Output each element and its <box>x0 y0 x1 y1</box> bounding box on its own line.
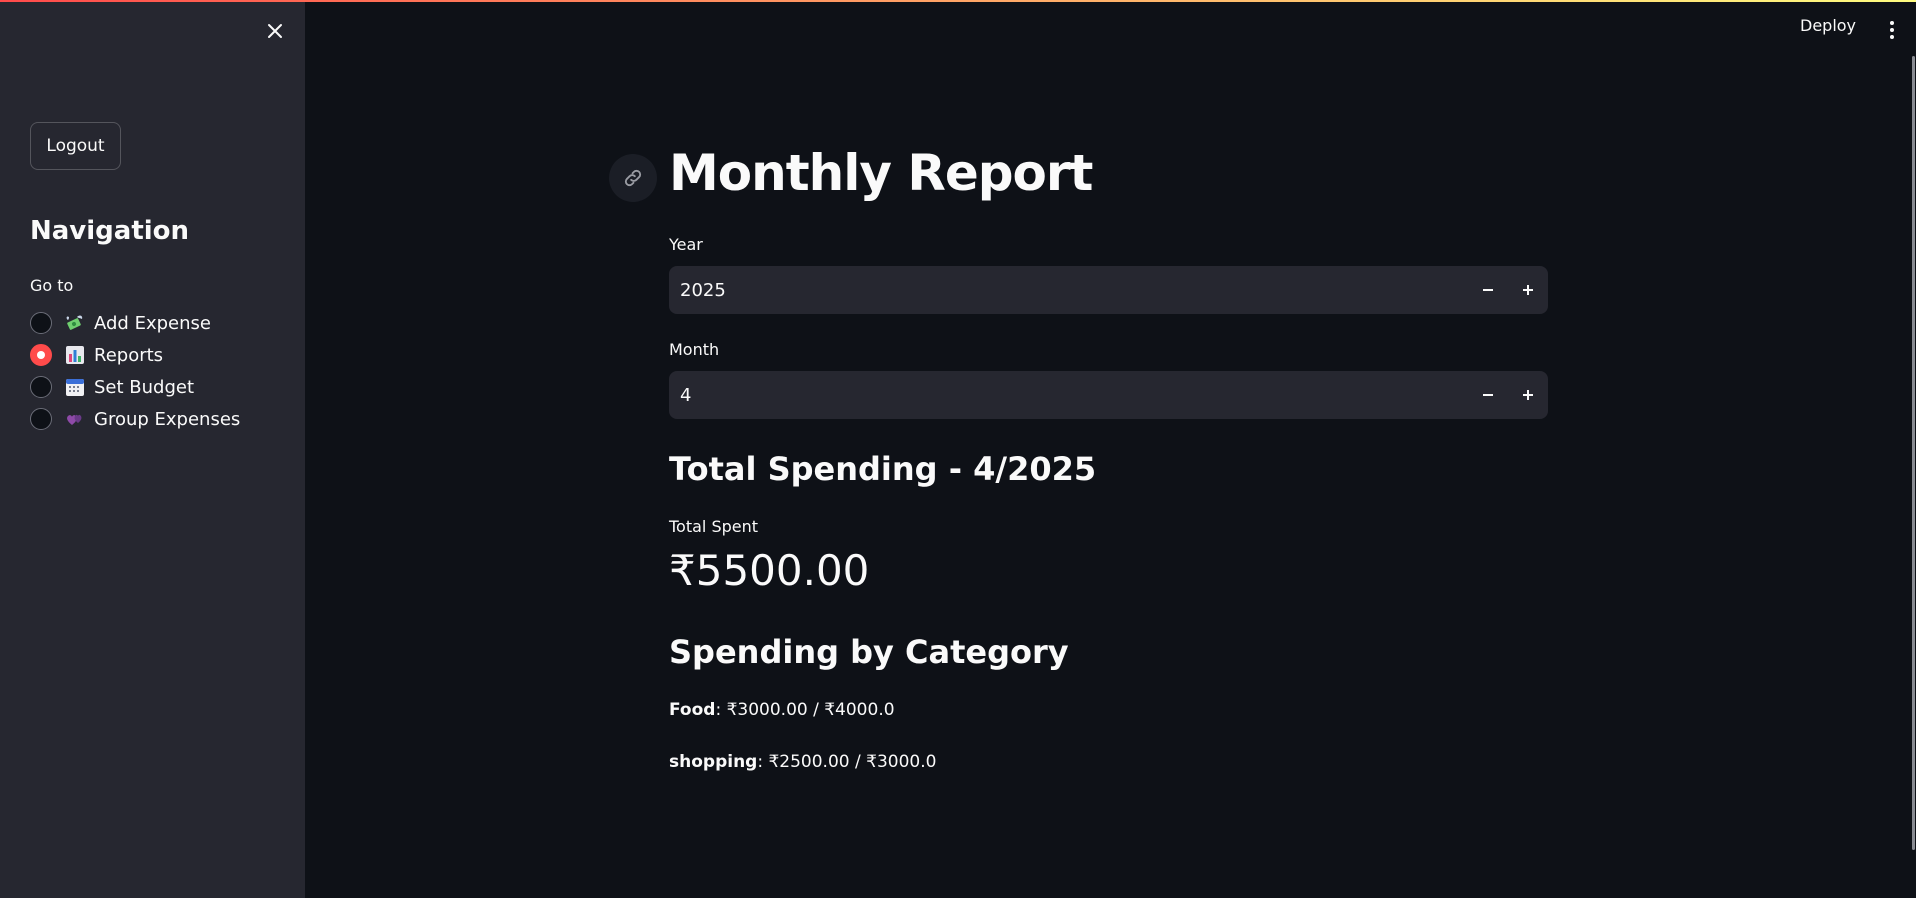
nav-item-label: Reports <box>94 344 164 366</box>
nav-item-label: Set Budget <box>94 376 195 398</box>
close-sidebar-button[interactable] <box>262 18 288 44</box>
category-name: Food <box>669 700 716 720</box>
total-spending-heading: Total Spending - 4/2025 <box>669 450 1097 488</box>
sidebar: Logout Navigation Go to Add Expense Repo… <box>0 0 305 898</box>
link-icon <box>624 169 642 187</box>
metric-value: ₹5500.00 <box>669 546 870 595</box>
month-label: Month <box>669 340 720 359</box>
metric-label: Total Spent <box>669 517 759 536</box>
month-increment-button[interactable] <box>1512 379 1544 411</box>
kebab-dot <box>1890 21 1894 25</box>
page-title: Monthly Report <box>669 144 1093 202</box>
main-menu-button[interactable] <box>1884 18 1900 42</box>
year-label: Year <box>669 235 703 254</box>
category-line: shopping: ₹2500.00 / ₹3000.0 <box>669 752 936 772</box>
year-number-input <box>669 266 1548 314</box>
radio-button-selected[interactable] <box>30 344 52 366</box>
top-decoration-bar <box>0 0 1916 2</box>
year-decrement-button[interactable] <box>1472 274 1504 306</box>
navigation-heading: Navigation <box>30 216 190 246</box>
logout-button[interactable]: Logout <box>30 122 121 170</box>
year-input[interactable] <box>669 266 1449 314</box>
category-heading: Spending by Category <box>669 633 1069 671</box>
month-input[interactable] <box>669 371 1449 419</box>
hearts-icon <box>65 409 85 429</box>
category-line: Food: ₹3000.00 / ₹4000.0 <box>669 700 895 720</box>
category-amount: : ₹3000.00 / ₹4000.0 <box>715 700 895 720</box>
kebab-dot <box>1890 35 1894 39</box>
header-anchor-link[interactable] <box>609 154 657 202</box>
bar-chart-icon <box>65 345 85 365</box>
goto-label: Go to <box>30 276 74 295</box>
minus-icon <box>1483 289 1493 291</box>
scrollbar[interactable] <box>1912 56 1915 850</box>
nav-item-label: Group Expenses <box>94 408 241 430</box>
category-name: shopping <box>669 752 758 772</box>
radio-button[interactable] <box>30 312 52 334</box>
deploy-button[interactable]: Deploy <box>1800 16 1856 35</box>
minus-icon <box>1483 394 1493 396</box>
kebab-dot <box>1890 28 1894 32</box>
month-decrement-button[interactable] <box>1472 379 1504 411</box>
plus-icon <box>1523 285 1533 295</box>
close-icon <box>268 24 282 38</box>
radio-button[interactable] <box>30 408 52 430</box>
money-with-wings-icon <box>65 313 85 333</box>
radio-button[interactable] <box>30 376 52 398</box>
month-number-input <box>669 371 1548 419</box>
plus-icon <box>1523 390 1533 400</box>
nav-radio-add-expense[interactable]: Add Expense <box>30 310 211 336</box>
category-amount: : ₹2500.00 / ₹3000.0 <box>757 752 937 772</box>
nav-radio-reports[interactable]: Reports <box>30 342 163 368</box>
calendar-icon <box>65 377 85 397</box>
nav-item-label: Add Expense <box>94 312 211 334</box>
nav-radio-set-budget[interactable]: Set Budget <box>30 374 194 400</box>
nav-radio-group-expenses[interactable]: Group Expenses <box>30 406 240 432</box>
year-increment-button[interactable] <box>1512 274 1544 306</box>
